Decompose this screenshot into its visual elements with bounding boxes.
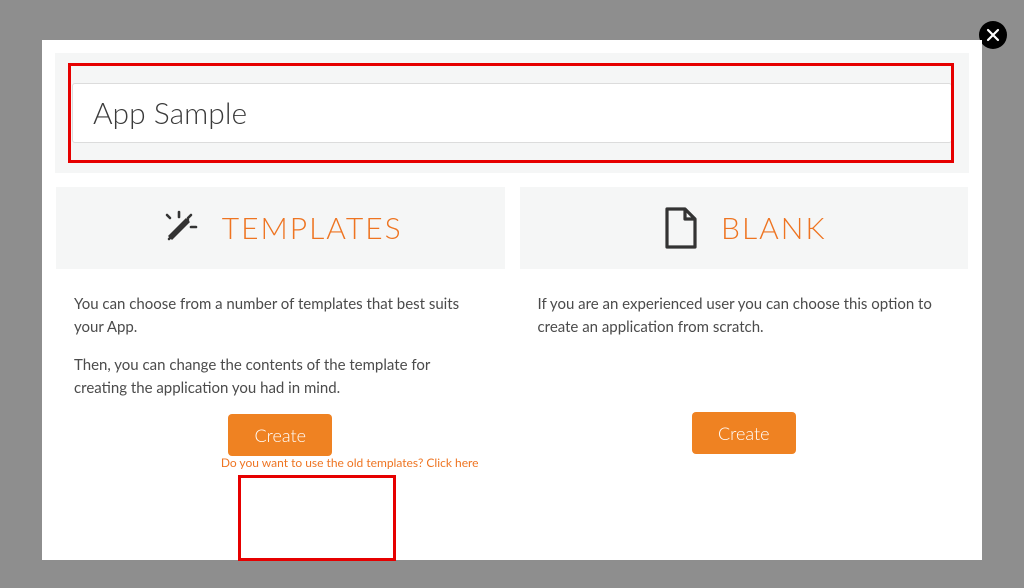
app-name-section	[55, 53, 969, 173]
highlight-box-create	[238, 475, 396, 561]
templates-desc-1: You can choose from a number of template…	[74, 293, 487, 340]
blank-card-body: If you are an experienced user you can c…	[520, 269, 969, 479]
blank-card-header: BLANK	[520, 187, 969, 269]
app-name-input[interactable]	[72, 83, 952, 143]
wand-icon	[158, 206, 202, 250]
templates-create-button[interactable]: Create	[228, 414, 332, 456]
blank-title: BLANK	[721, 210, 827, 246]
close-icon[interactable]	[979, 21, 1007, 49]
templates-title: TEMPLATES	[222, 210, 403, 246]
templates-card: TEMPLATES You can choose from a number o…	[55, 186, 506, 480]
document-icon	[661, 205, 701, 251]
blank-card: BLANK If you are an experienced user you…	[519, 186, 970, 480]
templates-card-header: TEMPLATES	[56, 187, 505, 269]
templates-card-body: You can choose from a number of template…	[56, 269, 505, 479]
create-app-modal: TEMPLATES You can choose from a number o…	[42, 40, 982, 560]
templates-desc-2: Then, you can change the contents of the…	[74, 354, 487, 401]
old-templates-link[interactable]: Do you want to use the old templates? Cl…	[221, 454, 479, 473]
blank-desc-1: If you are an experienced user you can c…	[538, 293, 951, 340]
blank-create-button[interactable]: Create	[692, 412, 796, 454]
